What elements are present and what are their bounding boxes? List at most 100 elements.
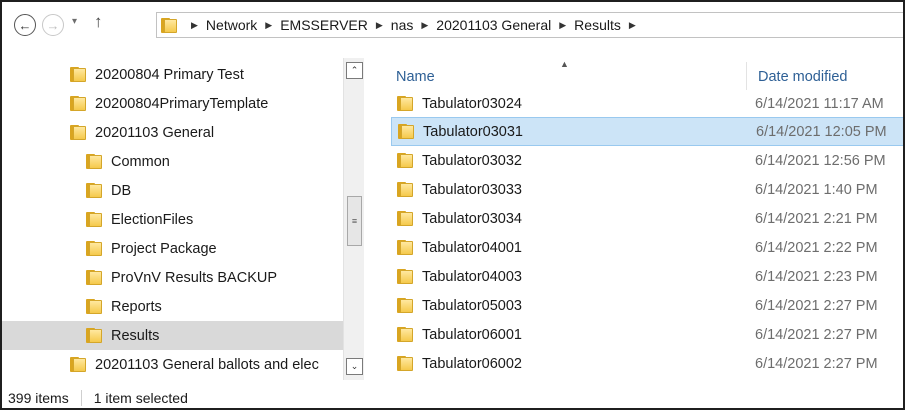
chevron-right-icon[interactable]: ▶ (376, 20, 383, 31)
chevron-right-icon[interactable]: ▶ (559, 20, 566, 31)
folder-icon (86, 183, 102, 198)
breadcrumb-nas[interactable]: nas (391, 17, 414, 33)
folder-icon (70, 67, 86, 82)
list-item[interactable]: Tabulator03033 6/14/2021 1:40 PM (391, 175, 903, 204)
chevron-down-icon: ⌄ (350, 361, 359, 371)
item-date-modified: 6/14/2021 2:27 PM (755, 326, 878, 343)
chevron-right-icon[interactable]: ▶ (421, 20, 428, 31)
chevron-right-icon[interactable]: ▶ (629, 20, 636, 31)
chevron-right-icon[interactable]: ▶ (265, 20, 272, 31)
list-item[interactable]: Tabulator03024 6/14/2021 11:17 AM (391, 89, 903, 118)
item-date-modified: 6/14/2021 12:56 PM (755, 152, 886, 169)
up-arrow-icon: ↑ (94, 12, 103, 31)
address-bar[interactable]: ▶ Network ▶ EMSSERVER ▶ nas ▶ 20201103 G… (156, 12, 903, 38)
breadcrumb-network[interactable]: Network (206, 17, 257, 33)
tree-item-provnv-results-backup[interactable]: ProVnV Results BACKUP (2, 263, 343, 292)
folder-icon (86, 212, 102, 227)
item-name: Tabulator03024 (422, 95, 522, 112)
item-name: Tabulator03032 (422, 152, 522, 169)
folder-icon (397, 327, 413, 342)
item-name: Tabulator03033 (422, 181, 522, 198)
item-date-modified: 6/14/2021 12:05 PM (756, 123, 887, 140)
selection-count: 1 item selected (93, 389, 188, 406)
back-arrow-icon: ← (18, 17, 32, 33)
forward-button[interactable]: → (42, 14, 64, 36)
tree-item-label: Results (111, 327, 160, 344)
grip-icon: ≡ (351, 216, 358, 226)
list-item[interactable]: Tabulator03034 6/14/2021 2:21 PM (391, 204, 903, 233)
folder-icon (397, 182, 413, 197)
folder-icon (397, 356, 413, 371)
tree-item-db[interactable]: DB (2, 176, 343, 205)
item-date-modified: 6/14/2021 1:40 PM (755, 181, 878, 198)
navigation-tree: 20200804 Primary Test 20200804PrimaryTem… (2, 52, 364, 378)
list-item[interactable]: Tabulator03031 6/14/2021 12:05 PM (391, 117, 903, 146)
chevron-up-icon: ⌃ (350, 65, 359, 75)
tree-item-label: 20200804PrimaryTemplate (95, 95, 269, 112)
item-name: Tabulator06002 (422, 355, 522, 372)
scroll-up-button[interactable]: ⌃ (346, 62, 363, 79)
folder-icon (161, 17, 177, 33)
item-name: Tabulator03034 (422, 210, 522, 227)
folder-icon (70, 125, 86, 140)
column-divider[interactable] (746, 62, 747, 90)
tree-item-label: 20200804 Primary Test (95, 66, 244, 83)
item-name: Tabulator04001 (422, 239, 522, 256)
folder-icon (397, 240, 413, 255)
tree-item-20201103-general[interactable]: 20201103 General (2, 118, 343, 147)
breadcrumb-results[interactable]: Results (574, 17, 621, 33)
folder-icon (398, 124, 414, 139)
item-date-modified: 6/14/2021 2:23 PM (755, 268, 878, 285)
tree-item-common[interactable]: Common (2, 147, 343, 176)
tree-item-20200804primarytemplate[interactable]: 20200804PrimaryTemplate (2, 89, 343, 118)
status-divider (80, 389, 82, 406)
folder-icon (70, 96, 86, 111)
tree-item-20200804-primary-test[interactable]: 20200804 Primary Test (2, 60, 343, 89)
folder-icon (86, 154, 102, 169)
breadcrumb-emsserver[interactable]: EMSSERVER (280, 17, 368, 33)
list-item[interactable]: Tabulator04001 6/14/2021 2:22 PM (391, 233, 903, 262)
folder-icon (397, 211, 413, 226)
chevron-right-icon[interactable]: ▶ (191, 20, 198, 31)
forward-arrow-icon: → (46, 17, 60, 33)
recent-locations-button[interactable]: ▾ (72, 16, 77, 27)
tree-item-label: ElectionFiles (111, 211, 194, 228)
scroll-thumb[interactable]: ≡ (347, 196, 362, 246)
chevron-down-icon: ▾ (72, 16, 78, 27)
tree-item-label: 20201103 General (95, 124, 215, 141)
folder-icon (86, 270, 102, 285)
breadcrumb-20201103-general[interactable]: 20201103 General (436, 17, 551, 33)
tree-item-label: ProVnV Results BACKUP (111, 269, 278, 286)
folder-icon (397, 153, 413, 168)
list-item[interactable]: Tabulator06001 6/14/2021 2:27 PM (391, 320, 903, 349)
folder-icon (70, 357, 86, 372)
tree-item-reports[interactable]: Reports (2, 292, 343, 321)
back-button[interactable]: ← (14, 14, 36, 36)
list-item[interactable]: Tabulator04003 6/14/2021 2:23 PM (391, 262, 903, 291)
scroll-down-button[interactable]: ⌄ (346, 358, 363, 375)
tree-item-results[interactable]: Results (2, 321, 343, 350)
item-count: 399 items (8, 389, 69, 406)
item-date-modified: 6/14/2021 2:27 PM (755, 355, 878, 372)
navigation-bar: ← → ▾ ↑ ▶ Network ▶ EMSSERVER ▶ nas ▶ 20… (2, 2, 903, 48)
status-bar: 399 items 1 item selected (2, 385, 903, 408)
up-button[interactable]: ↑ (94, 12, 103, 32)
folder-icon (86, 241, 102, 256)
tree-item-20201103-general-ballots[interactable]: 20201103 General ballots and elec (2, 350, 343, 379)
list-item[interactable]: Tabulator03032 6/14/2021 12:56 PM (391, 146, 903, 175)
folder-icon (397, 298, 413, 313)
folder-icon (86, 328, 102, 343)
item-name: Tabulator04003 (422, 268, 522, 285)
item-date-modified: 6/14/2021 2:22 PM (755, 239, 878, 256)
folder-icon (86, 299, 102, 314)
list-item[interactable]: Tabulator06002 6/14/2021 2:27 PM (391, 349, 903, 378)
folder-icon (397, 269, 413, 284)
sort-ascending-icon: ▲ (560, 59, 569, 69)
list-item[interactable]: Tabulator05003 6/14/2021 2:27 PM (391, 291, 903, 320)
tree-item-label: Common (111, 153, 170, 170)
item-name: Tabulator06001 (422, 326, 522, 343)
tree-item-electionfiles[interactable]: ElectionFiles (2, 205, 343, 234)
tree-scrollbar[interactable]: ⌃ ≡ ⌄ (343, 58, 364, 380)
tree-item-label: Reports (111, 298, 162, 315)
tree-item-project-package[interactable]: Project Package (2, 234, 343, 263)
